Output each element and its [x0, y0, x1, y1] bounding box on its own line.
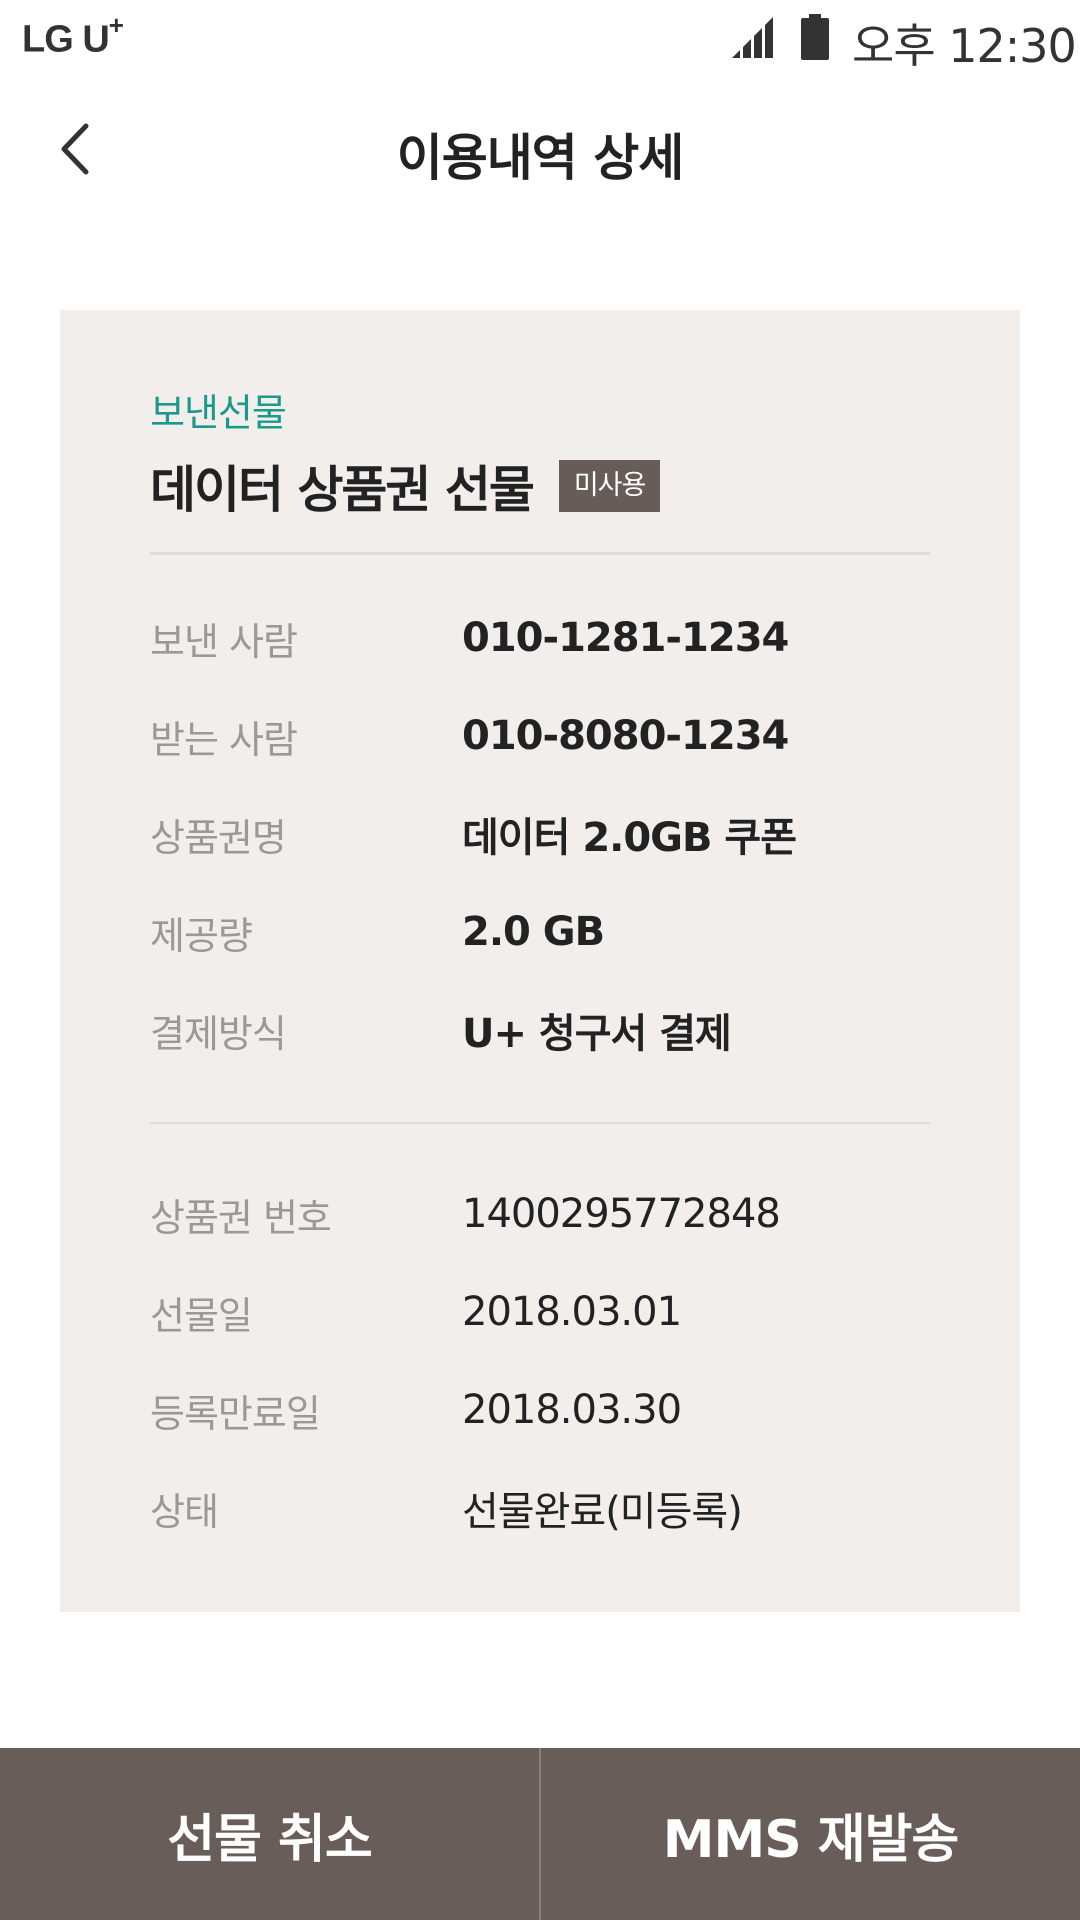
info-row-voucher-number: 상품권 번호 1400295772848: [150, 1184, 930, 1244]
recipient-value: 010-8080-1234: [462, 713, 789, 759]
detail-row-sender: 보낸 사람 010-1281-1234: [150, 608, 930, 668]
amount-label: 제공량: [150, 913, 253, 958]
info-row-expiry-date: 등록만료일 2018.03.30: [150, 1380, 930, 1440]
voucher-name-label: 상품권명: [150, 815, 287, 860]
payment-label: 결제방식: [150, 1011, 287, 1056]
state-label: 상태: [150, 1489, 219, 1534]
amount-value: 2.0 GB: [462, 909, 605, 955]
voucher-number-value: 1400295772848: [462, 1191, 781, 1237]
product-title-row: 데이터 상품권 선물 미사용: [150, 450, 661, 522]
status-badge: 미사용: [558, 460, 661, 512]
resend-mms-button[interactable]: MMS 재발송: [541, 1748, 1080, 1920]
page-title: 이용내역 상세: [396, 129, 684, 187]
product-title: 데이터 상품권 선물: [150, 461, 535, 519]
gift-date-value: 2018.03.01: [462, 1289, 682, 1335]
bottom-action-bar: 선물 취소 MMS 재발송: [0, 1748, 1080, 1920]
info-row-state: 상태 선물완료(미등록): [150, 1478, 930, 1538]
voucher-number-label: 상품권 번호: [150, 1195, 332, 1240]
sender-value: 010-1281-1234: [462, 615, 789, 661]
usage-detail-card: 보낸선물 데이터 상품권 선물 미사용 보낸 사람 010-1281-1234 …: [60, 310, 1020, 1612]
app-header: 이용내역 상세: [0, 96, 1080, 206]
info-row-gift-date: 선물일 2018.03.01: [150, 1282, 930, 1342]
battery-icon: [801, 14, 829, 60]
divider: [150, 1122, 930, 1124]
gift-date-label: 선물일: [150, 1293, 253, 1338]
divider: [150, 552, 930, 555]
carrier-logo: LG U+: [22, 10, 124, 62]
status-bar: LG U+ 오후 12:30: [0, 0, 1080, 76]
carrier-plus: +: [108, 10, 124, 40]
payment-value: U+ 청구서 결제: [462, 1011, 732, 1057]
voucher-name-value: 데이터 2.0GB 쿠폰: [462, 815, 797, 861]
status-time: 오후 12:30: [852, 19, 1077, 73]
detail-row-amount: 제공량 2.0 GB: [150, 902, 930, 962]
recipient-label: 받는 사람: [150, 717, 298, 762]
signal-icon: [732, 17, 773, 58]
state-value: 선물완료(미등록): [462, 1489, 743, 1535]
category-label: 보낸선물: [150, 391, 287, 435]
expiry-date-label: 등록만료일: [150, 1391, 321, 1436]
detail-row-voucher-name: 상품권명 데이터 2.0GB 쿠폰: [150, 804, 930, 864]
cancel-gift-button[interactable]: 선물 취소: [0, 1748, 539, 1920]
screen: LG U+ 오후 12:30 이용내역 상세 보낸선물 데이터 상품권 선물 미…: [0, 0, 1080, 1920]
detail-row-payment: 결제방식 U+ 청구서 결제: [150, 1000, 930, 1060]
detail-row-recipient: 받는 사람 010-8080-1234: [150, 706, 930, 766]
expiry-date-value: 2018.03.30: [462, 1387, 682, 1433]
sender-label: 보낸 사람: [150, 619, 298, 664]
carrier-name: LG U: [22, 18, 110, 61]
